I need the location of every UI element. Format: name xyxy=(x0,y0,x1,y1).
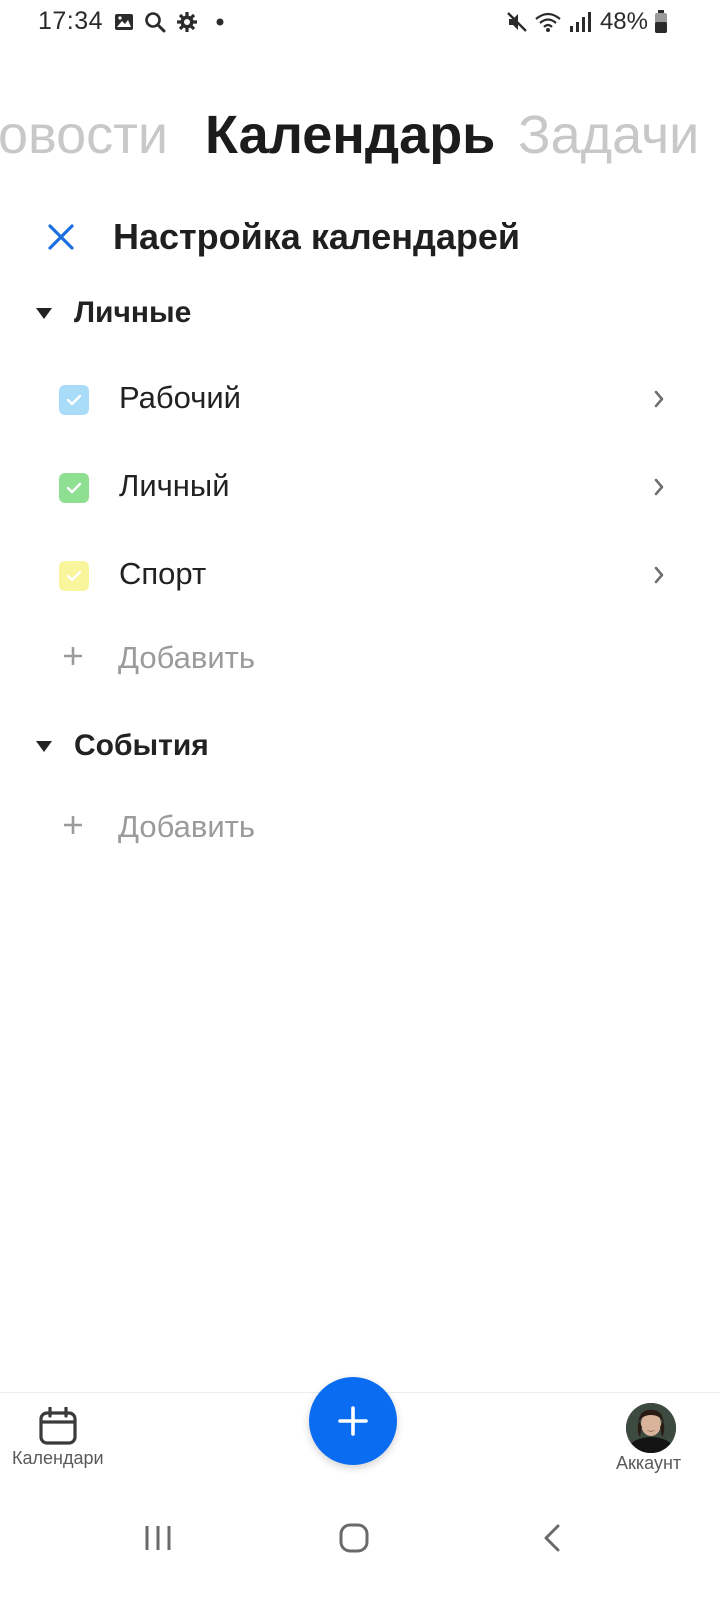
battery-percent: 48% xyxy=(599,8,648,35)
add-personal-calendar-button[interactable]: Добавить xyxy=(0,628,720,688)
close-icon xyxy=(48,224,74,250)
nav-account-button[interactable]: Аккаунт xyxy=(610,1393,710,1483)
signal-icon xyxy=(569,12,591,32)
add-label: Добавить xyxy=(118,640,256,675)
section-header-events[interactable]: События xyxy=(0,723,720,773)
status-icons-left xyxy=(114,10,228,34)
wifi-icon xyxy=(535,12,561,32)
calendar-checkbox[interactable] xyxy=(59,473,89,503)
checkmark-icon xyxy=(66,482,82,494)
bottom-app-bar: Календари Аккаунт xyxy=(0,1377,720,1493)
carousel-item-news[interactable]: Новости xyxy=(0,100,168,170)
checkmark-icon xyxy=(66,570,82,582)
page-title: Настройка календарей xyxy=(113,216,521,257)
nav-account-label: Аккаунт xyxy=(616,1453,682,1473)
calendar-checkbox[interactable] xyxy=(59,561,89,591)
gallery-icon xyxy=(115,14,133,30)
home-icon xyxy=(339,1523,369,1553)
calendar-name: Личный xyxy=(119,468,230,503)
section-label: Личные xyxy=(74,296,192,329)
section-label: События xyxy=(74,729,209,762)
calendar-name: Спорт xyxy=(119,556,207,591)
carousel-item-tasks[interactable]: Задачи xyxy=(518,100,699,170)
plus-icon xyxy=(64,816,82,834)
plus-icon xyxy=(338,1406,368,1436)
calendar-row-sport[interactable]: Спорт xyxy=(0,540,720,610)
chevron-right-icon xyxy=(654,478,664,496)
battery-icon xyxy=(655,10,667,33)
chevron-right-icon xyxy=(654,566,664,584)
settings-header: Настройка календарей xyxy=(0,208,720,268)
nav-calendars-label: Календари xyxy=(12,1448,104,1468)
system-nav-bar xyxy=(0,1492,720,1600)
status-time: 17:34 xyxy=(38,7,104,35)
search-icon xyxy=(145,12,166,33)
dot-icon xyxy=(216,18,224,26)
add-events-calendar-button[interactable]: Добавить xyxy=(0,797,720,857)
avatar-portrait-icon xyxy=(626,1403,676,1453)
avatar xyxy=(626,1403,676,1453)
checkmark-icon xyxy=(66,394,82,406)
back-icon xyxy=(544,1524,560,1552)
close-button[interactable] xyxy=(36,212,86,262)
calendar-name: Рабочий xyxy=(119,380,241,415)
home-button[interactable] xyxy=(324,1508,384,1568)
status-bar: 17:34 48% xyxy=(0,0,720,44)
add-label: Добавить xyxy=(118,809,256,844)
calendar-checkbox[interactable] xyxy=(59,385,89,415)
status-icons-right: 48% xyxy=(506,8,668,36)
caret-down-icon xyxy=(36,308,52,319)
calendar-icon xyxy=(39,1407,77,1445)
gear-icon xyxy=(177,12,197,32)
chevron-right-icon xyxy=(654,390,664,408)
recent-apps-icon xyxy=(145,1526,171,1550)
plus-icon xyxy=(64,647,82,665)
carousel-item-calendar[interactable]: Календарь xyxy=(205,100,495,170)
section-header-personal[interactable]: Личные xyxy=(0,290,720,340)
section-carousel[interactable]: Новости Календарь Задачи xyxy=(0,100,720,180)
mute-icon xyxy=(507,12,527,32)
caret-down-icon xyxy=(36,741,52,752)
back-button[interactable] xyxy=(522,1508,582,1568)
add-button[interactable] xyxy=(309,1377,397,1465)
calendar-row-work[interactable]: Рабочий xyxy=(0,364,720,434)
recent-apps-button[interactable] xyxy=(128,1508,188,1568)
nav-calendars-button[interactable]: Календари xyxy=(0,1393,118,1483)
calendar-row-personal[interactable]: Личный xyxy=(0,452,720,522)
